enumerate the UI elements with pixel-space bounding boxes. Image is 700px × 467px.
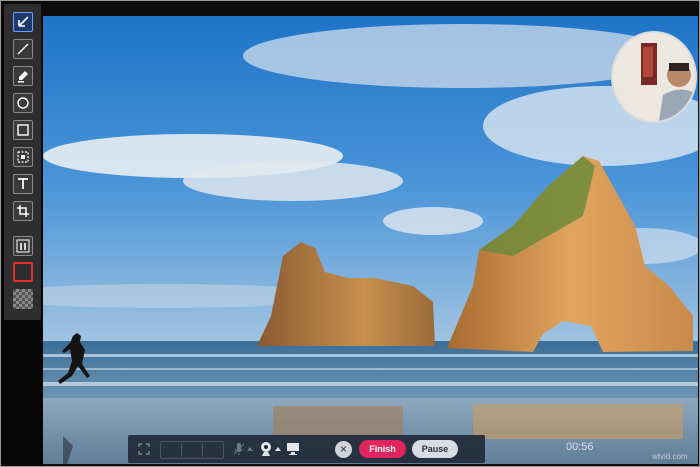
fill-picker[interactable] — [13, 289, 33, 309]
recording-window: × Finish Pause 00:56 wtvid.com — [0, 0, 700, 467]
webcam-icon[interactable] — [259, 441, 273, 457]
text-tool[interactable] — [13, 174, 33, 194]
webcam-preview[interactable] — [611, 31, 697, 123]
chevron-up-icon[interactable] — [247, 446, 253, 452]
recording-timer: 00:56 — [566, 441, 594, 453]
line-tool[interactable] — [13, 39, 33, 59]
fullscreen-icon[interactable] — [138, 443, 150, 455]
line-icon — [17, 43, 29, 55]
arrow-down-left-icon — [18, 16, 29, 27]
color-picker[interactable] — [13, 262, 33, 282]
microphone-off-icon[interactable] — [232, 442, 246, 456]
monitor-icon[interactable] — [286, 442, 300, 456]
width-segment — [161, 443, 182, 457]
watermark: wtvid.com — [652, 452, 688, 461]
pause-button[interactable]: Pause — [412, 440, 458, 458]
square-icon — [17, 124, 29, 136]
wallpaper-image — [43, 16, 698, 464]
annotation-toolbar — [4, 4, 41, 320]
chevron-up-icon[interactable] — [275, 446, 281, 452]
marker-icon — [18, 71, 28, 83]
top-bar — [1, 1, 699, 16]
finish-button[interactable]: Finish — [359, 440, 406, 458]
highlighter-tool[interactable] — [13, 66, 33, 86]
recording-control-bar: × Finish Pause — [128, 435, 485, 463]
height-segment — [182, 443, 203, 457]
circle-icon — [17, 97, 29, 109]
arrow-tool[interactable] — [13, 12, 33, 32]
region-size-field[interactable] — [160, 441, 224, 459]
step-tool[interactable] — [13, 236, 33, 256]
desktop-wallpaper — [43, 16, 698, 464]
selection-tool[interactable] — [13, 147, 33, 167]
numbered-step-icon — [16, 239, 30, 253]
marquee-icon — [17, 151, 29, 163]
crop-icon — [17, 205, 29, 217]
text-icon — [18, 178, 28, 189]
cancel-button[interactable]: × — [335, 441, 352, 458]
ratio-segment — [203, 443, 223, 457]
crop-tool[interactable] — [13, 201, 33, 221]
rectangle-tool[interactable] — [13, 120, 33, 140]
ellipse-tool[interactable] — [13, 93, 33, 113]
